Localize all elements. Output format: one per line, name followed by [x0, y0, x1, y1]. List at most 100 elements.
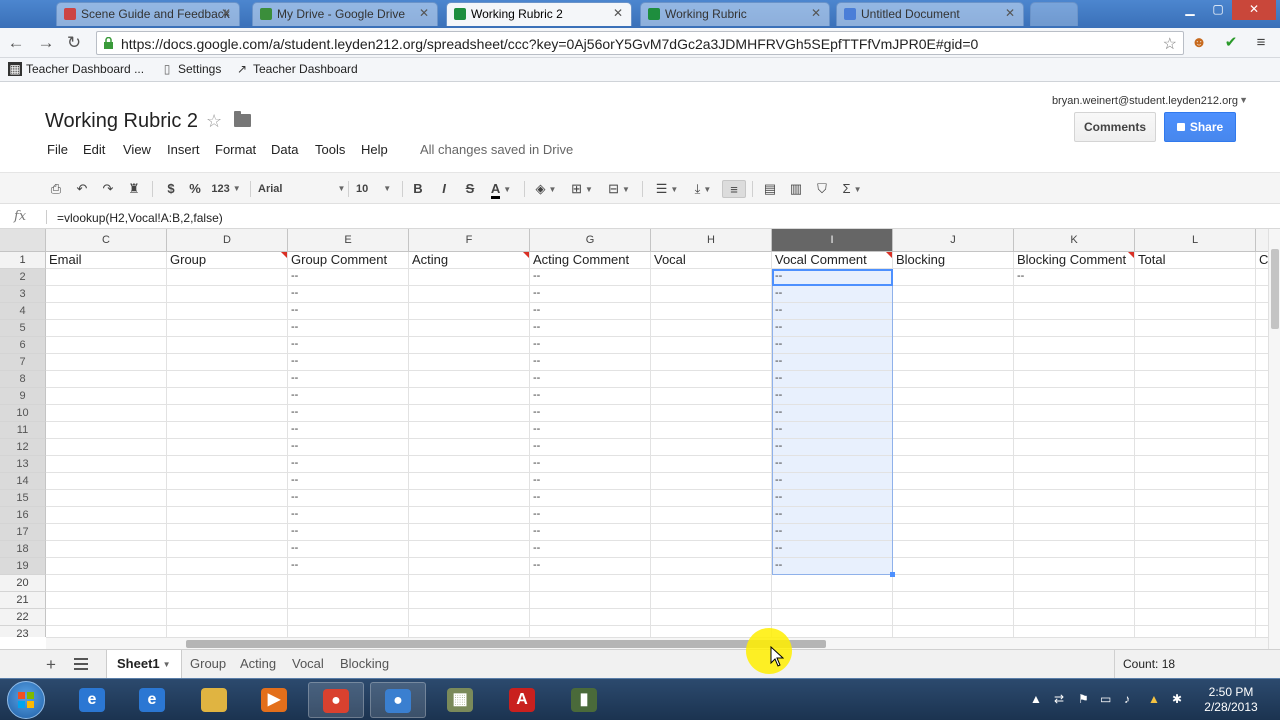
- column-header-g[interactable]: G: [530, 229, 651, 252]
- cell-f5[interactable]: [409, 320, 530, 337]
- cell-k21[interactable]: [1014, 592, 1135, 609]
- cell-d7[interactable]: [167, 354, 288, 371]
- cell-g18[interactable]: --: [530, 541, 651, 558]
- cell-k2[interactable]: --: [1014, 269, 1135, 286]
- row-header-17[interactable]: 17: [0, 524, 46, 541]
- row-header-15[interactable]: 15: [0, 490, 46, 507]
- cell-d5[interactable]: [167, 320, 288, 337]
- cell-l11[interactable]: [1135, 422, 1256, 439]
- cell-c11[interactable]: [46, 422, 167, 439]
- redo-icon[interactable]: ↷: [98, 180, 118, 198]
- cell-k12[interactable]: [1014, 439, 1135, 456]
- browser-tab-working-rubric[interactable]: Working Rubric ✕: [640, 2, 830, 26]
- row-header-2[interactable]: 2: [0, 269, 46, 286]
- cell-k5[interactable]: [1014, 320, 1135, 337]
- header-cell-g[interactable]: Acting Comment: [530, 252, 651, 269]
- cell-k19[interactable]: [1014, 558, 1135, 575]
- cell-f11[interactable]: [409, 422, 530, 439]
- bookmark-settings[interactable]: ▯ Settings: [160, 62, 222, 76]
- cell-d18[interactable]: [167, 541, 288, 558]
- cell-j9[interactable]: [893, 388, 1014, 405]
- borders-dropdown[interactable]: ⊞ ▼: [566, 180, 598, 198]
- cell-m23[interactable]: [1256, 626, 1268, 637]
- cell-m8[interactable]: [1256, 371, 1268, 388]
- cell-c12[interactable]: [46, 439, 167, 456]
- cell-l5[interactable]: [1135, 320, 1256, 337]
- row-header-6[interactable]: 6: [0, 337, 46, 354]
- cell-h4[interactable]: [651, 303, 772, 320]
- italic-button[interactable]: I: [436, 180, 452, 198]
- strikethrough-button[interactable]: S: [462, 180, 478, 198]
- cell-d14[interactable]: [167, 473, 288, 490]
- print-icon[interactable]: ⎙: [46, 180, 66, 198]
- account-email[interactable]: bryan.weinert@student.leyden212.org: [1052, 95, 1238, 107]
- cell-e18[interactable]: --: [288, 541, 409, 558]
- cell-e10[interactable]: --: [288, 405, 409, 422]
- cell-j6[interactable]: [893, 337, 1014, 354]
- cell-m5[interactable]: [1256, 320, 1268, 337]
- cell-d2[interactable]: [167, 269, 288, 286]
- close-icon[interactable]: ✕: [613, 6, 623, 20]
- header-cell-h[interactable]: Vocal: [651, 252, 772, 269]
- cell-m12[interactable]: [1256, 439, 1268, 456]
- cell-j17[interactable]: [893, 524, 1014, 541]
- cell-g8[interactable]: --: [530, 371, 651, 388]
- cell-g22[interactable]: [530, 609, 651, 626]
- cell-f18[interactable]: [409, 541, 530, 558]
- row-header-8[interactable]: 8: [0, 371, 46, 388]
- cell-i7[interactable]: --: [772, 354, 893, 371]
- cell-l18[interactable]: [1135, 541, 1256, 558]
- fill-color-dropdown[interactable]: ◈ ▼: [530, 180, 562, 198]
- cell-h20[interactable]: [651, 575, 772, 592]
- cell-i10[interactable]: --: [772, 405, 893, 422]
- cell-e19[interactable]: --: [288, 558, 409, 575]
- cell-f22[interactable]: [409, 609, 530, 626]
- merge-cells-dropdown[interactable]: ⊟ ▼: [602, 180, 636, 198]
- maximize-icon[interactable]: ▢: [1204, 0, 1232, 20]
- cell-l9[interactable]: [1135, 388, 1256, 405]
- cell-k6[interactable]: [1014, 337, 1135, 354]
- cell-g10[interactable]: --: [530, 405, 651, 422]
- cell-e9[interactable]: --: [288, 388, 409, 405]
- cell-k9[interactable]: [1014, 388, 1135, 405]
- cell-i15[interactable]: --: [772, 490, 893, 507]
- cell-f17[interactable]: [409, 524, 530, 541]
- cell-h18[interactable]: [651, 541, 772, 558]
- header-cell-c[interactable]: Email: [46, 252, 167, 269]
- menu-help[interactable]: Help: [361, 142, 388, 157]
- cell-e16[interactable]: --: [288, 507, 409, 524]
- cell-h5[interactable]: [651, 320, 772, 337]
- cell-m11[interactable]: [1256, 422, 1268, 439]
- cell-j4[interactable]: [893, 303, 1014, 320]
- folder-icon[interactable]: [234, 111, 251, 127]
- browser-tab-working-rubric-2[interactable]: Working Rubric 2 ✕: [446, 2, 632, 26]
- bookmark-teacher-dashboard-2[interactable]: ↗ Teacher Dashboard: [235, 62, 358, 76]
- cell-m15[interactable]: [1256, 490, 1268, 507]
- sheet-tab-sheet1[interactable]: Sheet1 ▼: [106, 650, 182, 679]
- cell-h17[interactable]: [651, 524, 772, 541]
- cell-m6[interactable]: [1256, 337, 1268, 354]
- cell-l20[interactable]: [1135, 575, 1256, 592]
- cell-g5[interactable]: --: [530, 320, 651, 337]
- row-header-1[interactable]: 1: [0, 252, 46, 269]
- functions-dropdown[interactable]: Σ ▼: [836, 180, 868, 198]
- cell-c23[interactable]: [46, 626, 167, 637]
- menu-data[interactable]: Data: [271, 142, 298, 157]
- cell-f16[interactable]: [409, 507, 530, 524]
- taskbar-app-button[interactable]: ▦: [432, 682, 488, 718]
- cell-g11[interactable]: --: [530, 422, 651, 439]
- cell-d20[interactable]: [167, 575, 288, 592]
- cell-j14[interactable]: [893, 473, 1014, 490]
- cell-e13[interactable]: --: [288, 456, 409, 473]
- cell-j18[interactable]: [893, 541, 1014, 558]
- cell-c9[interactable]: [46, 388, 167, 405]
- cell-d16[interactable]: [167, 507, 288, 524]
- cell-c19[interactable]: [46, 558, 167, 575]
- cell-j12[interactable]: [893, 439, 1014, 456]
- tray-drive-icon[interactable]: ▲: [1148, 692, 1160, 706]
- cell-e6[interactable]: --: [288, 337, 409, 354]
- cell-k15[interactable]: [1014, 490, 1135, 507]
- cell-m16[interactable]: [1256, 507, 1268, 524]
- cell-c10[interactable]: [46, 405, 167, 422]
- menu-file[interactable]: File: [47, 142, 68, 157]
